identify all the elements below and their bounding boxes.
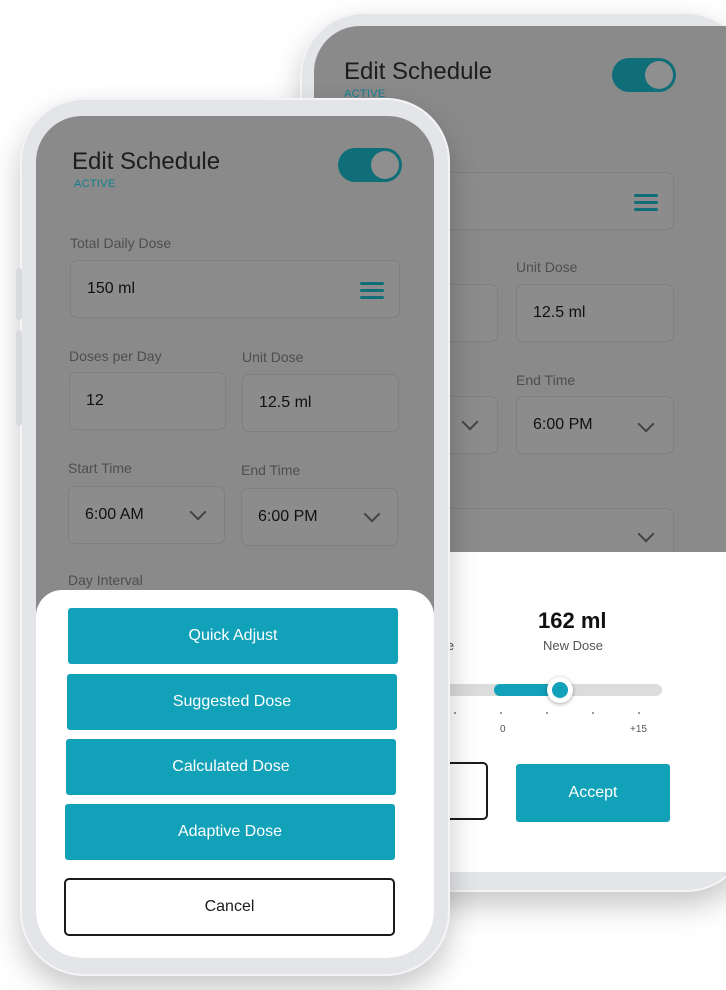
dose-slider[interactable]: [424, 677, 662, 703]
start-time-label: Start Time: [68, 460, 132, 476]
unit-dose-label: Unit Dose: [516, 259, 578, 275]
active-toggle[interactable]: [338, 148, 402, 182]
slider-ticks: [454, 712, 654, 716]
status-label: ACTIVE: [74, 178, 116, 190]
side-button: [16, 268, 22, 320]
unit-dose-field[interactable]: 12.5 ml: [516, 284, 674, 342]
active-toggle[interactable]: [612, 58, 676, 92]
adaptive-dose-button[interactable]: Adaptive Dose: [65, 804, 395, 860]
dose-action-sheet: Quick Adjust Suggested Dose Calculated D…: [36, 590, 434, 958]
slider-tick-max: +15: [630, 724, 647, 735]
day-interval-label: Day Interval: [68, 572, 143, 588]
total-daily-dose-field[interactable]: 150 ml: [70, 260, 400, 318]
unit-dose-field[interactable]: 12.5 ml: [242, 374, 399, 432]
slider-thumb[interactable]: [547, 677, 573, 703]
new-dose-value: 162 ml: [538, 608, 607, 633]
quick-adjust-button[interactable]: Quick Adjust: [68, 608, 398, 664]
unit-dose-label: Unit Dose: [242, 349, 304, 365]
toggle-knob: [645, 61, 673, 89]
doses-per-day-field[interactable]: 12: [69, 372, 226, 430]
slider-tick-zero: 0: [500, 724, 506, 735]
page-title: Edit Schedule: [72, 148, 221, 175]
doses-per-day-label: Doses per Day: [69, 348, 162, 364]
cancel-button[interactable]: Cancel: [64, 878, 395, 936]
toggle-knob: [371, 151, 399, 179]
new-dose-label: New Dose: [543, 638, 603, 653]
total-daily-dose-label: Total Daily Dose: [70, 235, 172, 251]
end-time-label: End Time: [516, 372, 576, 388]
page-title: Edit Schedule: [344, 58, 493, 85]
accept-button[interactable]: Accept: [516, 764, 670, 822]
calculated-dose-button[interactable]: Calculated Dose: [66, 739, 396, 795]
front-phone-screen: Edit Schedule ACTIVE Total Daily Dose 15…: [36, 116, 434, 958]
menu-icon[interactable]: [360, 282, 384, 300]
front-phone: Edit Schedule ACTIVE Total Daily Dose 15…: [16, 98, 450, 976]
end-time-label: End Time: [241, 462, 301, 478]
menu-icon[interactable]: [634, 194, 658, 212]
side-button: [16, 330, 22, 426]
suggested-dose-button[interactable]: Suggested Dose: [67, 674, 397, 730]
